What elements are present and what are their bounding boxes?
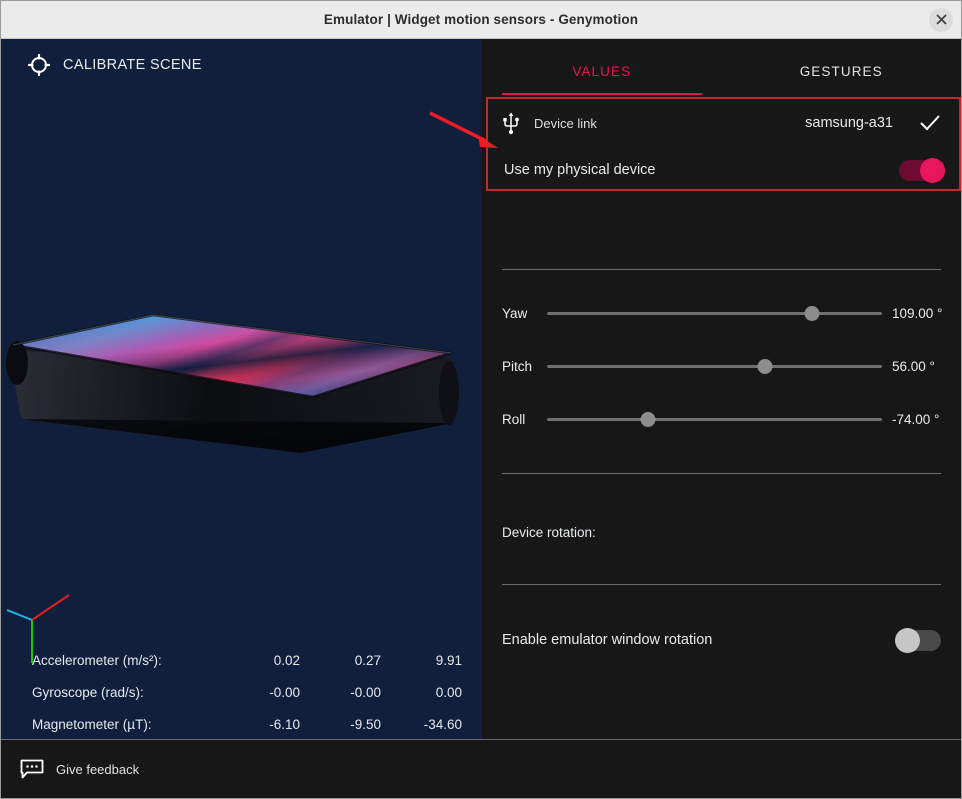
slider-track-pitch[interactable] bbox=[547, 357, 882, 377]
sensor-label: Magnetometer (µT): bbox=[1, 717, 219, 732]
sensor-value-z: 0.00 bbox=[381, 685, 462, 700]
track-line bbox=[547, 418, 882, 421]
window-rotation-label: Enable emulator window rotation bbox=[482, 632, 712, 648]
title-bar: Emulator | Widget motion sensors - Genym… bbox=[1, 1, 961, 39]
main-content: CALIBRATE SCENE bbox=[1, 39, 961, 739]
device-link-highlight-group: Device link samsung-a31 Use my physical … bbox=[486, 97, 961, 191]
usb-icon bbox=[501, 111, 521, 135]
device-rotation-row: Device rotation: bbox=[482, 507, 961, 557]
use-physical-device-toggle[interactable] bbox=[899, 160, 943, 181]
close-button[interactable] bbox=[929, 8, 953, 32]
slider-row-yaw: Yaw 109.00 ° bbox=[482, 287, 961, 340]
separator-top bbox=[502, 269, 941, 270]
device-link-label: Device link bbox=[534, 116, 597, 131]
close-icon bbox=[936, 14, 947, 25]
sensor-value-y: -9.50 bbox=[300, 717, 381, 732]
slider-label-yaw: Yaw bbox=[482, 306, 547, 321]
sensor-value-y: 0.27 bbox=[300, 653, 381, 668]
calibrate-scene-button[interactable]: CALIBRATE SCENE bbox=[27, 53, 202, 77]
slider-row-pitch: Pitch 56.00 ° bbox=[482, 340, 961, 393]
device-rotation-label: Device rotation: bbox=[482, 525, 596, 540]
slider-label-pitch: Pitch bbox=[482, 359, 547, 374]
scene-viewport[interactable]: CALIBRATE SCENE bbox=[1, 39, 482, 739]
device-name-value: samsung-a31 bbox=[805, 115, 893, 131]
window-rotation-row: Enable emulator window rotation bbox=[482, 617, 961, 663]
crosshair-target-icon bbox=[27, 53, 51, 77]
checkmark-icon bbox=[919, 114, 941, 132]
sensor-value-x: -6.10 bbox=[219, 717, 300, 732]
tab-gestures[interactable]: GESTURES bbox=[722, 39, 962, 103]
track-line bbox=[547, 312, 882, 315]
device-link-row[interactable]: Device link samsung-a31 bbox=[488, 99, 959, 147]
calibrate-scene-label: CALIBRATE SCENE bbox=[63, 57, 202, 73]
slider-value-pitch: 56.00 ° bbox=[892, 359, 935, 374]
slider-handle-yaw[interactable] bbox=[804, 306, 819, 321]
sensor-value-z: -34.60 bbox=[381, 717, 462, 732]
tab-gestures-label: GESTURES bbox=[800, 64, 883, 79]
give-feedback-button[interactable]: Give feedback bbox=[1, 759, 139, 779]
sensor-row: Magnetometer (µT): -6.10 -9.50 -34.60 bbox=[1, 708, 482, 739]
axis-x bbox=[7, 610, 32, 620]
slider-track-roll[interactable] bbox=[547, 410, 882, 430]
sensor-label: Accelerometer (m/s²): bbox=[1, 653, 219, 668]
slider-label-roll: Roll bbox=[482, 412, 547, 427]
separator-middle bbox=[502, 473, 941, 474]
tab-values-label: VALUES bbox=[572, 64, 631, 79]
sensor-row: Accelerometer (m/s²): 0.02 0.27 9.91 bbox=[1, 644, 482, 676]
usb-icon-container bbox=[488, 111, 534, 135]
slider-track-yaw[interactable] bbox=[547, 304, 882, 324]
sensor-row: Gyroscope (rad/s): -0.00 -0.00 0.00 bbox=[1, 676, 482, 708]
toggle-knob bbox=[920, 158, 945, 183]
separator-bottom bbox=[502, 584, 941, 585]
give-feedback-label: Give feedback bbox=[56, 762, 139, 777]
sensor-value-x: 0.02 bbox=[219, 653, 300, 668]
slider-value-yaw: 109.00 ° bbox=[892, 306, 942, 321]
slider-row-roll: Roll -74.00 ° bbox=[482, 393, 961, 446]
controls-panel: VALUES GESTURES bbox=[482, 39, 961, 739]
tab-values[interactable]: VALUES bbox=[482, 39, 722, 103]
device-connected-check bbox=[919, 114, 941, 132]
sensor-label: Gyroscope (rad/s): bbox=[1, 685, 219, 700]
axis-y bbox=[32, 595, 69, 620]
sensor-value-x: -0.00 bbox=[219, 685, 300, 700]
use-physical-device-row: Use my physical device bbox=[488, 147, 959, 193]
tab-bar: VALUES GESTURES bbox=[482, 39, 961, 103]
orientation-sliders: Yaw 109.00 ° Pitch 56.00 ° R bbox=[482, 287, 961, 446]
sensor-value-z: 9.91 bbox=[381, 653, 462, 668]
phone-3d-model[interactable] bbox=[1, 301, 482, 471]
slider-handle-roll[interactable] bbox=[640, 412, 655, 427]
window-title: Emulator | Widget motion sensors - Genym… bbox=[324, 12, 638, 27]
use-physical-device-label: Use my physical device bbox=[488, 162, 656, 178]
sensor-value-y: -0.00 bbox=[300, 685, 381, 700]
slider-value-roll: -74.00 ° bbox=[892, 412, 939, 427]
window-rotation-toggle[interactable] bbox=[897, 630, 941, 651]
slider-handle-pitch[interactable] bbox=[757, 359, 772, 374]
toggle-knob bbox=[895, 628, 920, 653]
sensor-readouts: Accelerometer (m/s²): 0.02 0.27 9.91 Gyr… bbox=[1, 644, 482, 739]
emulator-window: Emulator | Widget motion sensors - Genym… bbox=[0, 0, 962, 799]
speech-bubble-icon bbox=[20, 759, 44, 779]
track-line bbox=[547, 365, 882, 368]
bottom-bar: Give feedback bbox=[1, 739, 961, 798]
